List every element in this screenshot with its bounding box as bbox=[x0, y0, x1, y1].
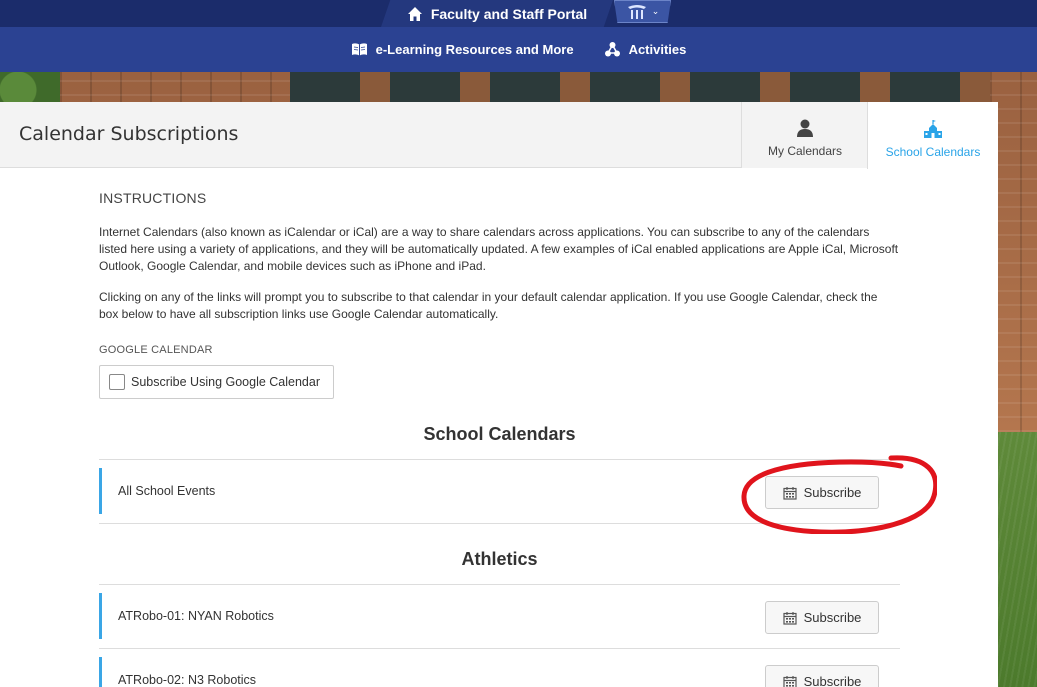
subscribe-button-label: Subscribe bbox=[803, 610, 862, 625]
row-accent-bar bbox=[99, 468, 102, 514]
subscribe-button[interactable]: Subscribe bbox=[765, 476, 879, 509]
background-windows bbox=[290, 72, 990, 102]
nav-label-activities: Activities bbox=[628, 42, 687, 57]
portal-title-tab[interactable]: Faculty and Staff Portal bbox=[381, 0, 613, 27]
google-calendar-checkbox[interactable] bbox=[109, 374, 125, 390]
calendar-name: ATRobo-01: NYAN Robotics bbox=[118, 609, 274, 623]
school-logo-menu[interactable]: ⌄ bbox=[614, 0, 671, 23]
nav-item-e-learning[interactable]: e-Learning Resources and More bbox=[351, 41, 574, 58]
top-bar: Faculty and Staff Portal ⌄ bbox=[0, 0, 1037, 27]
tab-label-school-calendars: School Calendars bbox=[885, 145, 981, 159]
calendar-icon bbox=[782, 486, 797, 500]
instructions-paragraph-1: Internet Calendars (also known as iCalen… bbox=[99, 225, 899, 273]
subscribe-button[interactable]: Subscribe bbox=[765, 665, 879, 687]
subscribe-button-label: Subscribe bbox=[803, 674, 862, 687]
calendar-row: All School Events Subscribe bbox=[99, 459, 900, 523]
home-icon bbox=[407, 6, 422, 21]
google-calendar-checkbox-label: Subscribe Using Google Calendar bbox=[131, 375, 320, 389]
calendar-name: All School Events bbox=[118, 484, 216, 498]
section-title-athletics: Athletics bbox=[99, 523, 900, 570]
subscribe-button-label: Subscribe bbox=[803, 485, 862, 500]
page-title: Calendar Subscriptions bbox=[19, 123, 239, 145]
main-nav: e-Learning Resources and More Activities bbox=[0, 27, 1037, 72]
person-icon bbox=[797, 119, 813, 137]
panel-header: Calendar Subscriptions My Calendars Scho… bbox=[0, 102, 998, 169]
row-accent-bar bbox=[99, 593, 102, 639]
molecule-icon bbox=[604, 42, 620, 57]
tab-school-calendars[interactable]: School Calendars bbox=[867, 102, 998, 169]
calendar-subscriptions-panel: Calendar Subscriptions My Calendars Scho… bbox=[0, 102, 998, 687]
calendar-name: ATRobo-02: N3 Robotics bbox=[118, 673, 257, 687]
panel-content: INSTRUCTIONS Internet Calendars (also kn… bbox=[99, 190, 900, 687]
row-accent-bar bbox=[99, 657, 102, 687]
calendar-icon bbox=[782, 611, 797, 625]
subscribe-button[interactable]: Subscribe bbox=[765, 601, 879, 634]
chevron-down-icon: ⌄ bbox=[651, 6, 660, 16]
calendar-row: ATRobo-02: N3 Robotics Subscribe bbox=[99, 648, 900, 687]
google-calendar-option[interactable]: Subscribe Using Google Calendar bbox=[99, 365, 334, 399]
nav-label-e-learning: e-Learning Resources and More bbox=[375, 42, 574, 57]
book-icon bbox=[351, 43, 367, 56]
calendar-row: ATRobo-01: NYAN Robotics Subscribe bbox=[99, 584, 900, 648]
tab-label-my-calendars: My Calendars bbox=[767, 144, 843, 158]
google-calendar-label: GOOGLE CALENDAR bbox=[99, 344, 213, 356]
portal-title: Faculty and Staff Portal bbox=[430, 5, 588, 22]
school-logo-icon bbox=[627, 4, 646, 19]
nav-item-activities[interactable]: Activities bbox=[604, 41, 687, 58]
calendar-icon bbox=[782, 675, 797, 687]
instructions-paragraph-2: Clicking on any of the links will prompt… bbox=[99, 290, 878, 321]
section-title-school-calendars: School Calendars bbox=[423, 424, 576, 444]
background-tree bbox=[0, 72, 60, 102]
tab-my-calendars[interactable]: My Calendars bbox=[741, 102, 868, 168]
instructions-heading: INSTRUCTIONS bbox=[99, 190, 207, 206]
school-building-icon bbox=[924, 120, 942, 138]
